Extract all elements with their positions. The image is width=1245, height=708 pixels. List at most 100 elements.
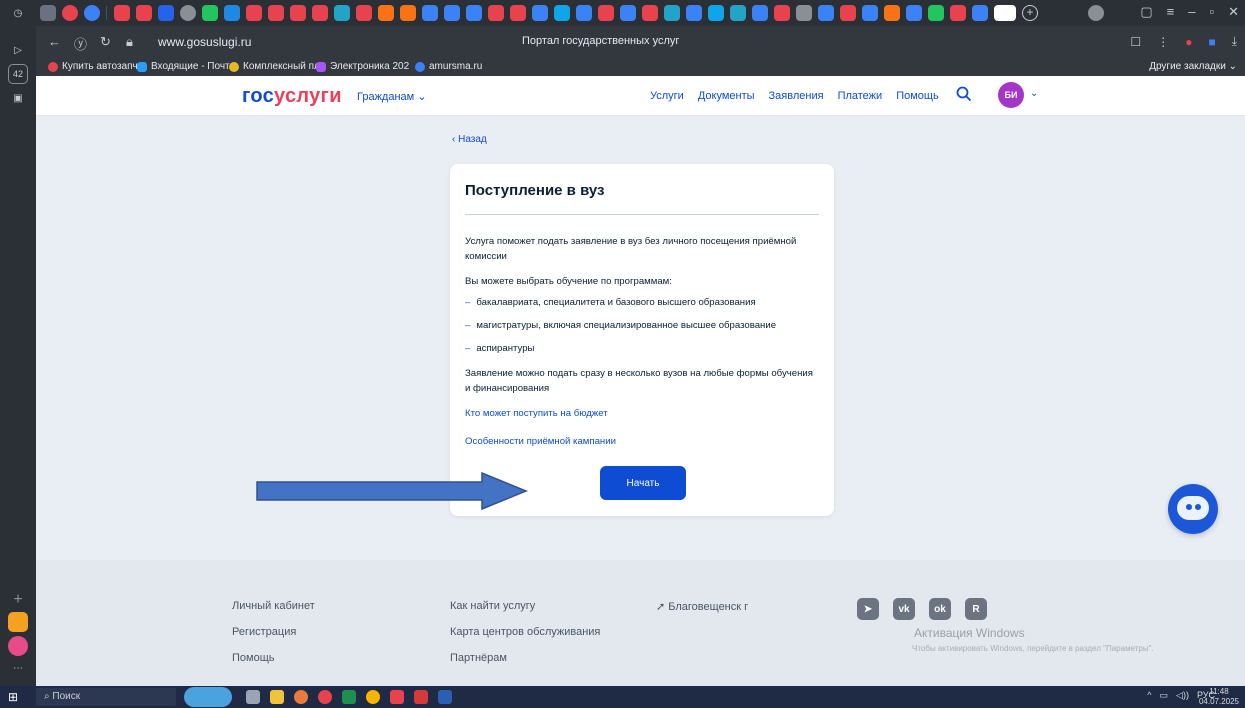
tab-favicon[interactable] (378, 5, 394, 21)
tab-favicon[interactable] (972, 5, 988, 21)
bookmark-item[interactable]: Входящие - Почта (137, 61, 235, 72)
tab-favicon[interactable] (884, 5, 900, 21)
history-icon[interactable]: ◷ (8, 3, 28, 23)
mail-app-icon[interactable] (8, 612, 28, 632)
yandex-browser-icon[interactable] (318, 690, 332, 704)
citizens-dropdown[interactable]: Гражданам ⌄ (357, 90, 427, 103)
tab-favicon[interactable] (906, 5, 922, 21)
footer-link-help[interactable]: Помощь (232, 652, 275, 664)
flag-icon[interactable]: ■ (1208, 35, 1215, 49)
tab-group-icon[interactable] (40, 5, 56, 21)
tab-favicon[interactable] (598, 5, 614, 21)
tab-favicon[interactable] (774, 5, 790, 21)
chevron-up-icon[interactable]: ^ (1147, 690, 1151, 701)
more-vert-icon[interactable]: ⋮ (1157, 35, 1169, 49)
browser-logo-icon[interactable]: ⓨ (74, 34, 87, 53)
footer-link-registration[interactable]: Регистрация (232, 626, 296, 638)
network-icon[interactable]: ▭ (1160, 690, 1169, 701)
tab-favicon[interactable] (510, 5, 526, 21)
odnoklassniki-icon[interactable]: ok (929, 598, 951, 620)
tab-favicon[interactable] (158, 5, 174, 21)
avatar[interactable]: БИ (998, 82, 1024, 108)
active-tab[interactable] (994, 5, 1016, 21)
excel-icon[interactable] (342, 690, 356, 704)
tab-favicon[interactable] (180, 5, 196, 21)
windows-start-icon[interactable]: ⊞ (8, 690, 18, 704)
gosuslugi-logo[interactable]: госуслуги (242, 85, 342, 108)
tab-favicon[interactable] (840, 5, 856, 21)
app-icon[interactable] (390, 690, 404, 704)
search-icon[interactable] (956, 86, 972, 107)
bookmark-icon[interactable]: ☐ (1130, 35, 1141, 49)
tab-favicon[interactable] (928, 5, 944, 21)
tab-favicon[interactable] (422, 5, 438, 21)
nav-applications[interactable]: Заявления (769, 90, 824, 102)
tab-favicon[interactable] (950, 5, 966, 21)
more-icon[interactable]: ⋯ (8, 658, 28, 678)
tab-favicon[interactable] (730, 5, 746, 21)
tab-favicon[interactable] (312, 5, 328, 21)
tab-favicon[interactable] (686, 5, 702, 21)
word-icon[interactable] (438, 690, 452, 704)
bookmark-item[interactable]: Купить автозапч (48, 61, 138, 72)
tab-favicon[interactable] (136, 5, 152, 21)
app-icon[interactable] (366, 690, 380, 704)
clock[interactable]: 11:48 04.07.2025 (1199, 687, 1239, 707)
menu-icon[interactable]: ≡ (1167, 4, 1175, 20)
tab-favicon[interactable] (114, 5, 130, 21)
taskbar-search[interactable]: ⌕ Поиск (36, 688, 176, 706)
tab-favicon[interactable] (818, 5, 834, 21)
tab-favicon[interactable] (202, 5, 218, 21)
nav-payments[interactable]: Платежи (838, 90, 883, 102)
tab-favicon[interactable] (576, 5, 592, 21)
add-panel-icon[interactable]: + (8, 590, 28, 610)
nav-services[interactable]: Услуги (650, 90, 684, 102)
vk-icon[interactable]: vk (893, 598, 915, 620)
extension-icon[interactable]: ● (1185, 35, 1192, 49)
volume-icon[interactable]: ◁)) (1176, 690, 1189, 701)
tab-favicon[interactable] (62, 5, 78, 21)
rutube-icon[interactable]: R (965, 598, 987, 620)
footer-link-find-service[interactable]: Как найти услугу (450, 600, 535, 612)
reload-icon[interactable]: ↻ (100, 34, 111, 50)
assistant-robot-icon[interactable] (1168, 484, 1218, 534)
weather-widget-icon[interactable] (184, 687, 232, 707)
tab-favicon[interactable] (334, 5, 350, 21)
assistant-app-icon[interactable] (8, 636, 28, 656)
tab-favicon[interactable] (356, 5, 372, 21)
tab-favicon[interactable] (796, 5, 812, 21)
telegram-icon[interactable]: ➤ (857, 598, 879, 620)
tab-favicon[interactable] (862, 5, 878, 21)
tab-favicon[interactable] (554, 5, 570, 21)
footer-link-partners[interactable]: Партнёрам (450, 652, 507, 664)
profile-icon[interactable] (1088, 5, 1104, 21)
tab-favicon[interactable] (290, 5, 306, 21)
url-field[interactable]: www.gosuslugi.ru (158, 35, 251, 49)
tab-favicon[interactable] (532, 5, 548, 21)
downloads-icon[interactable]: ⤓ (1232, 34, 1237, 49)
bookmark-item[interactable]: Электроника 202 (316, 61, 409, 72)
tab-favicon[interactable] (708, 5, 724, 21)
tab-list-icon[interactable]: ▢ (1140, 4, 1152, 20)
tab-favicon[interactable] (752, 5, 768, 21)
campaign-link[interactable]: Особенности приёмной кампании (465, 436, 616, 447)
back-arrow-icon[interactable]: ← (48, 34, 61, 49)
nav-help[interactable]: Помощь (896, 90, 939, 102)
tab-favicon[interactable] (444, 5, 460, 21)
close-icon[interactable]: ✕ (1228, 4, 1239, 20)
tab-favicon[interactable] (224, 5, 240, 21)
start-button[interactable]: Начать (600, 466, 686, 500)
tab-favicon[interactable] (84, 5, 100, 21)
tab-favicon[interactable] (620, 5, 636, 21)
tab-favicon[interactable] (488, 5, 504, 21)
back-link[interactable]: ‹ Назад (452, 134, 487, 145)
nav-documents[interactable]: Документы (698, 90, 755, 102)
bookmark-item[interactable]: amursma.ru (415, 61, 482, 72)
tab-favicon[interactable] (664, 5, 680, 21)
other-bookmarks[interactable]: Другие закладки ⌄ (1149, 61, 1237, 72)
tab-favicon[interactable] (642, 5, 658, 21)
file-explorer-icon[interactable] (270, 690, 284, 704)
budget-link[interactable]: Кто может поступить на бюджет (465, 408, 608, 419)
new-tab-icon[interactable]: + (1022, 5, 1038, 21)
bookmark-item[interactable]: Комплексный пла (229, 61, 325, 72)
